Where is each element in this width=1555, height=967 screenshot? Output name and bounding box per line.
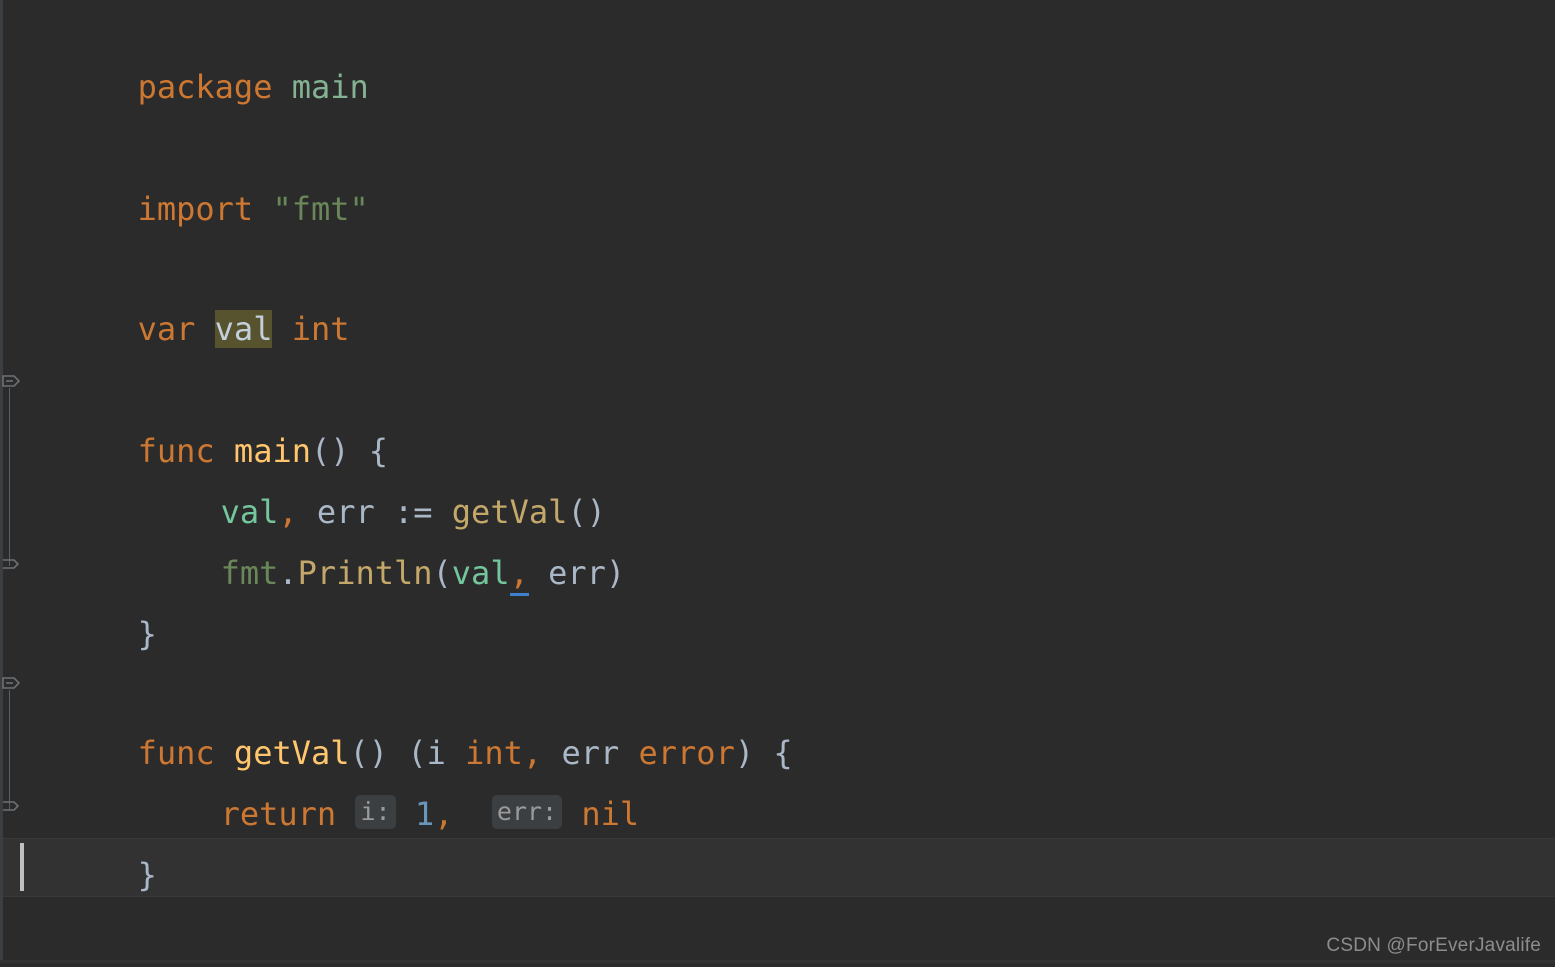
code-line-3[interactable]: import "fmt" [22, 118, 1555, 228]
code-line-12[interactable]: func getVal() (i int, err error) { [22, 662, 1555, 772]
token-keyword: package [137, 68, 273, 106]
watermark-text: CSDN @ForEverJavalife [1326, 935, 1541, 956]
code-line-13[interactable]: return i: 1, err: nil [105, 723, 1555, 833]
token-package-name: main [291, 68, 369, 106]
code-line-8[interactable]: val, err := getVal() [105, 421, 1555, 531]
token-close-brace: } [137, 856, 157, 894]
token-keyword: var [137, 310, 196, 348]
token-type-int: int [291, 310, 350, 348]
code-line-5[interactable]: var val int [22, 238, 1555, 348]
code-line-7[interactable]: func main() { [22, 360, 1555, 470]
code-line-1[interactable]: package main [22, 0, 1555, 106]
code-editor[interactable]: package main import "fmt" var val int fu… [0, 0, 1555, 963]
code-content[interactable]: package main import "fmt" var val int fu… [0, 0, 1555, 963]
token-string: "fmt" [272, 190, 369, 228]
token-keyword: import [137, 190, 254, 228]
code-line-10[interactable]: } [22, 543, 1555, 653]
code-line-14[interactable]: } [22, 784, 1555, 894]
token-close-brace: } [137, 615, 157, 653]
occurrence-highlight-val[interactable]: val [214, 310, 273, 348]
code-line-9[interactable]: fmt.Println(val, err) [105, 482, 1555, 596]
